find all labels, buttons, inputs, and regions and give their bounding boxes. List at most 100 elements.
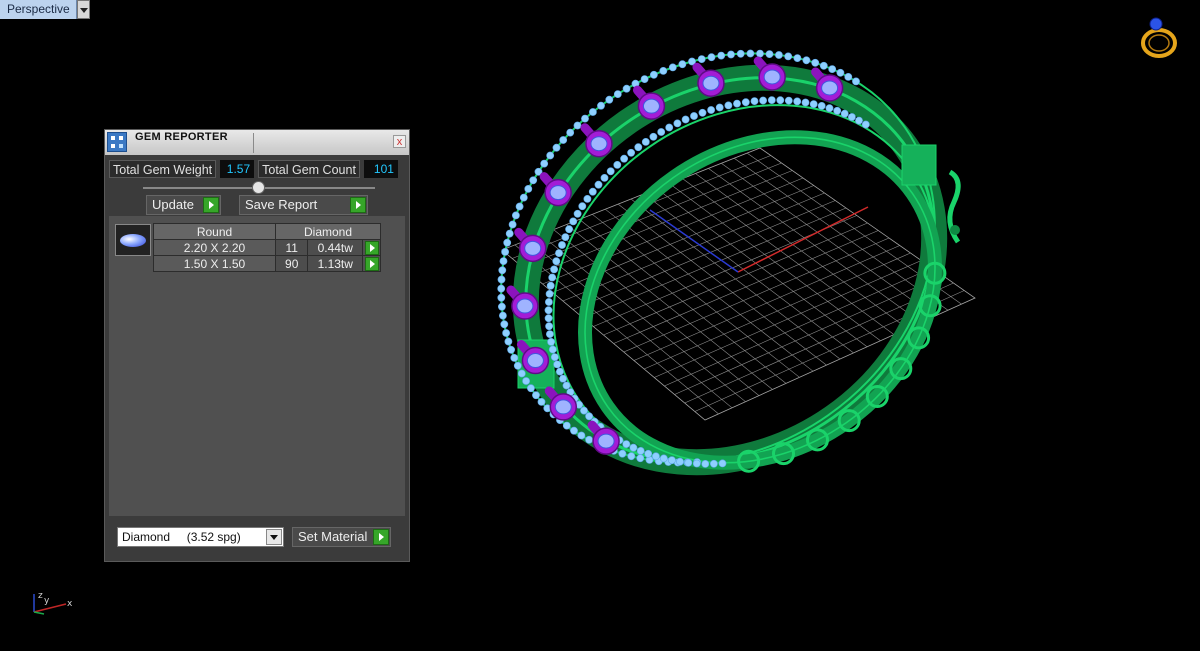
pave-gem [585,412,593,421]
pave-gem [524,184,533,193]
pave-gem [697,55,706,63]
pave-gem [504,337,513,346]
total-gem-count-label: Total Gem Count [258,160,360,178]
pave-gem [848,113,856,121]
pave-gem [553,360,562,369]
pave-gem [750,97,759,105]
ring-icon[interactable] [1138,14,1180,60]
pave-gem [793,97,802,106]
pave-gem [833,106,842,115]
table-row[interactable]: 2.20 X 2.20 11 0.44tw [153,239,381,256]
gem-size: 2.20 X 2.20 [153,239,276,256]
pave-gem [497,275,506,284]
pave-gem [513,361,522,370]
pave-gem [801,98,810,107]
pave-gem [499,257,508,265]
pave-gem [537,397,546,406]
pave-gem [583,194,592,203]
pave-gem [540,159,549,168]
play-icon[interactable] [350,197,366,213]
pave-gem [510,353,519,362]
pave-gem [505,229,514,238]
pave-gem [498,311,507,320]
pave-gem [733,99,741,108]
pave-gem [503,238,512,247]
pave-gem [652,452,660,461]
pave-gem [588,187,597,196]
pave-gem [825,104,834,113]
table-row[interactable]: 1.50 X 1.50 90 1.13tw [153,255,381,272]
pave-gem [793,54,802,62]
pave-gem [566,128,575,137]
shape-header: Round [153,223,276,240]
set-material-button[interactable]: Set Material [292,527,391,547]
pave-gem [765,50,774,58]
pave-gem [811,58,820,67]
pave-gem [836,68,845,77]
play-icon[interactable] [373,529,389,545]
total-gem-weight-label: Total Gem Weight [109,160,217,178]
round-gem-icon [120,234,146,247]
pave-gem [548,273,557,282]
pave-gem [809,100,818,108]
pave-gem [556,367,564,376]
pave-gem [581,114,589,123]
pave-gem [532,391,540,400]
play-icon[interactable] [364,240,379,255]
pave-gem [585,435,593,444]
play-icon[interactable] [364,256,379,271]
pave-gem [707,106,715,114]
pave-gem [519,193,528,202]
pave-gem [573,209,582,218]
chevron-down-icon[interactable] [266,529,282,545]
pave-gem [634,143,643,152]
material-header: Diamond [275,223,381,240]
bangle-model[interactable] [421,0,1015,546]
size-slider[interactable] [143,181,375,194]
pave-gem [767,96,776,104]
close-icon[interactable]: x [393,135,406,148]
pave-gem [861,120,870,129]
viewport-menu-arrow-icon[interactable] [76,0,90,19]
pave-gem [577,431,586,440]
set-material-label: Set Material [298,529,368,544]
pave-gem [802,56,811,65]
viewport-label[interactable]: Perspective [0,0,77,19]
pave-gem [501,247,509,256]
pave-gem [707,53,716,62]
pave-gem [681,115,690,124]
pave-gem [555,249,563,257]
panel-titlebar[interactable]: GEM REPORTER x [105,130,409,155]
pave-gem [668,63,677,72]
pave-gem [546,151,555,160]
center-gem [753,56,786,91]
play-icon[interactable] [203,197,219,213]
axis-triad-icon: z y x [33,591,73,615]
gem-reporter-app-icon [107,132,127,152]
pave-gem [559,374,567,383]
pave-gem [597,101,605,110]
save-report-label: Save Report [245,197,318,212]
viewport-tab[interactable]: Perspective [0,0,90,19]
pave-gem [776,96,785,105]
pave-gem [636,446,645,455]
pave-gem [828,65,837,73]
pave-gem [613,160,622,169]
pave-gem [569,217,578,226]
gem-thumbnail[interactable] [115,224,151,256]
gem-table: Round Diamond 2.20 X 2.20 11 0.44tw 1.50… [153,223,381,272]
pave-gem [545,322,553,331]
material-select[interactable]: Diamond (3.52 spg) [117,527,284,547]
update-button[interactable]: Update [146,195,221,215]
pave-gem [840,109,849,118]
pave-gem [508,220,517,229]
pave-gem [718,459,727,468]
pave-gem [548,345,557,354]
slider-knob[interactable] [252,181,265,194]
save-report-button[interactable]: Save Report [239,195,368,215]
pave-gem [517,369,526,378]
pave-gem [558,241,566,249]
pave-gem [515,202,524,211]
pave-gem [606,167,615,176]
pave-gem [573,121,582,130]
